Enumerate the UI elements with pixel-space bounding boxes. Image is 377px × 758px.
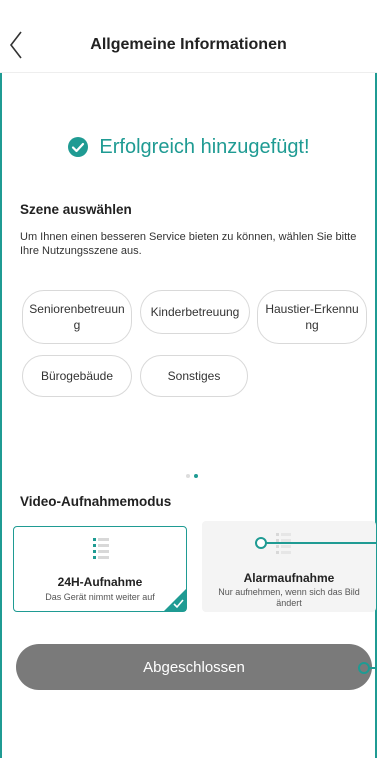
mode-title: Alarmaufnahme: [243, 571, 335, 585]
check-circle-icon: [68, 137, 89, 157]
scene-option-label: Seniorenbetreuun g: [29, 302, 125, 332]
annotation-marker-icon: [358, 662, 377, 674]
scene-option-label: Bürogebäude: [40, 369, 114, 383]
mode-card-alarm[interactable]: Alarmaufnahme Nur aufnehmen, wenn sich d…: [202, 521, 376, 612]
mode-subtitle: Nur aufnehmen, wenn sich das Bild ändert: [218, 587, 360, 608]
scene-description: Um Ihnen einen besseren Service bieten z…: [20, 231, 357, 257]
pager-dot: [186, 474, 190, 478]
mode-title: 24H-Aufnahme: [57, 575, 143, 589]
scene-option-haustier-erkennung[interactable]: Haustier-Erkennu ng: [257, 290, 367, 344]
scene-option-label: Kinderbetreuung: [150, 305, 240, 319]
pager-dot-active: [194, 474, 198, 478]
mode-subtitle: Das Gerät nimmt weiter auf: [45, 592, 155, 602]
pager-dots: [186, 474, 198, 478]
scene-section-title: Szene auswählen: [20, 202, 132, 217]
mode-card-24h[interactable]: 24H-Aufnahme Das Gerät nimmt weiter auf: [13, 526, 187, 612]
scene-option-label: Sonstiges: [167, 369, 221, 383]
alarm-timeline-icon: [255, 533, 291, 554]
recording-section-title: Video-Aufnahmemodus: [20, 494, 172, 509]
finish-button-label: Abgeschlossen: [143, 658, 245, 676]
header-bar: Allgemeine Informationen: [0, 0, 377, 73]
finish-button[interactable]: Abgeschlossen: [16, 644, 372, 690]
selected-check-icon: [164, 589, 186, 611]
success-text: Erfolgreich hinzugefügt!: [99, 135, 310, 158]
scene-option-burogebaude[interactable]: Bürogebäude: [22, 355, 132, 397]
scene-option-label: Haustier-Erkennu ng: [265, 302, 359, 332]
page-title: Allgemeine Informationen: [90, 36, 287, 53]
timeline-icon: [93, 538, 109, 559]
scene-option-sonstiges[interactable]: Sonstiges: [140, 355, 248, 397]
success-message: Erfolgreich hinzugefügt!: [0, 132, 377, 162]
scene-option-seniorenbetreuung[interactable]: Seniorenbetreuun g: [22, 290, 132, 344]
annotation-line: [266, 542, 376, 544]
scene-option-kinderbetreuung[interactable]: Kinderbetreuung: [140, 290, 250, 334]
